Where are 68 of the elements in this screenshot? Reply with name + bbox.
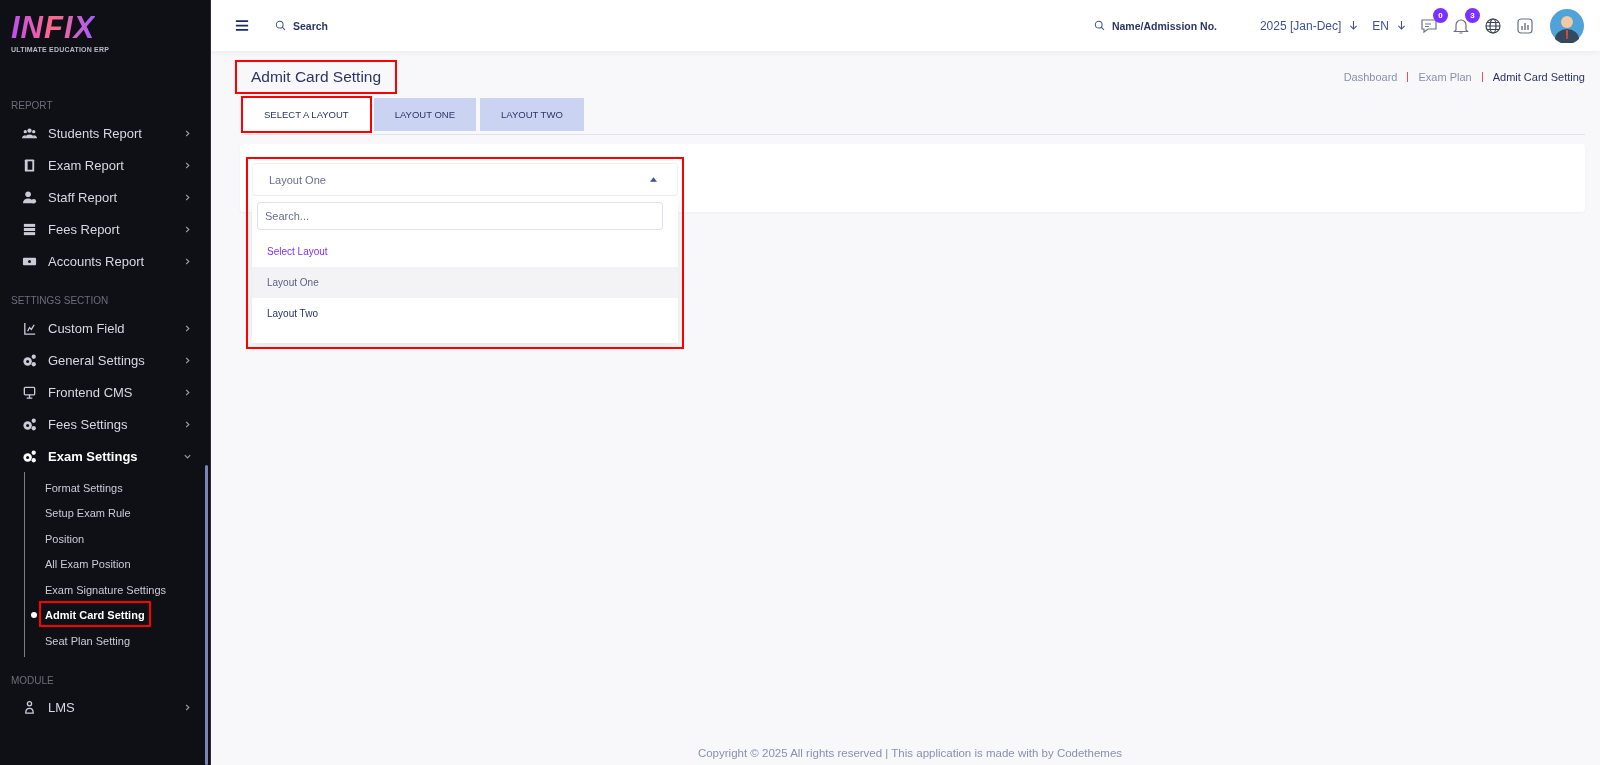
avatar-icon[interactable]: [1550, 8, 1584, 43]
submenu-item[interactable]: Admit Card Setting: [45, 609, 145, 622]
search-icon: [275, 20, 286, 31]
submenu-item[interactable]: Seat Plan Setting: [45, 634, 130, 647]
tab[interactable]: SELECT A LAYOUT: [243, 98, 370, 131]
section-heading: SETTINGS SECTION: [10, 294, 110, 308]
search-icon: [1093, 20, 1105, 31]
chevron-right-icon: [183, 160, 192, 170]
section-heading: MODULE: [10, 673, 55, 688]
chevron-right-icon: [183, 419, 192, 429]
language-selector[interactable]: EN: [1372, 18, 1389, 33]
chart-icon[interactable]: [1516, 16, 1534, 35]
sidebar-item[interactable]: LMS: [0, 691, 210, 724]
bell-icon[interactable]: [1452, 16, 1470, 35]
chevron-right-icon: [183, 323, 192, 333]
menu-icon[interactable]: [235, 19, 249, 32]
chevron-right-icon: [183, 224, 192, 234]
dropdown-option[interactable]: Layout One: [252, 267, 678, 298]
active-dot-icon: [31, 611, 37, 618]
sidebar-item[interactable]: Exam Settings: [0, 440, 210, 472]
scrollbar[interactable]: [205, 465, 208, 765]
submenu-item[interactable]: Format Settings: [45, 481, 123, 494]
gears-icon: [22, 416, 37, 432]
dropdown-option[interactable]: Select Layout: [252, 236, 678, 267]
globe-icon[interactable]: [1484, 16, 1502, 35]
dropdown-option[interactable]: Layout Two: [252, 298, 678, 329]
notification-count-badge: 3: [1465, 7, 1480, 23]
stack-icon: [22, 221, 37, 237]
chat-icon[interactable]: [1420, 16, 1438, 35]
sidebar-item[interactable]: General Settings: [0, 344, 210, 376]
chevron-right-icon: [183, 387, 192, 397]
sidebar-item[interactable]: Exam Report: [0, 149, 210, 181]
chevron-right-icon: [183, 192, 192, 202]
arrow-down-icon: [1349, 20, 1359, 31]
monitor-icon: [22, 384, 37, 400]
sidebar-item[interactable]: Students Report: [0, 117, 210, 149]
message-count-badge: 0: [1433, 7, 1448, 23]
page-title: Admit Card Setting: [251, 67, 382, 87]
dropdown-search-field[interactable]: Search...: [257, 202, 663, 230]
layout-select[interactable]: Layout One: [252, 163, 678, 196]
chevron-right-icon: [183, 128, 192, 138]
submenu-item[interactable]: Exam Signature Settings: [45, 583, 167, 596]
section-heading: REPORT: [10, 99, 54, 113]
footer-text: Copyright © 2025 All rights reserved | This application is made with by Codethemes: [696, 747, 1124, 761]
student-search-field[interactable]: Name/Admission No.: [1109, 18, 1232, 33]
chevron-right-icon: [183, 703, 192, 712]
sidebar-item[interactable]: Fees Report: [0, 213, 210, 245]
sidebar-item[interactable]: Frontend CMS: [0, 376, 210, 408]
gears-icon: [22, 352, 37, 368]
sidebar-item[interactable]: Staff Report: [0, 181, 210, 213]
submenu-item[interactable]: Position: [45, 532, 85, 545]
search-field[interactable]: Search: [291, 18, 355, 33]
chevron-right-icon: [183, 355, 192, 365]
sidebar-item[interactable]: Accounts Report: [0, 245, 210, 277]
sidebar-item[interactable]: Custom Field: [0, 312, 210, 344]
breadcrumb-link[interactable]: Admit Card Setting: [1492, 71, 1585, 83]
tab[interactable]: LAYOUT ONE: [373, 98, 476, 131]
chevron-right-icon: [183, 256, 192, 266]
sidebar-item[interactable]: Fees Settings: [0, 408, 210, 440]
caret-up-icon: [650, 177, 657, 182]
user-icon: [22, 189, 37, 205]
session-selector[interactable]: 2025 [Jan-Dec]: [1259, 18, 1342, 33]
gears-icon: [22, 448, 37, 464]
tab[interactable]: LAYOUT TWO: [480, 98, 584, 131]
arrow-down-icon: [1397, 20, 1406, 31]
book-icon: [22, 157, 37, 173]
submenu-item[interactable]: All Exam Position: [45, 558, 131, 571]
submenu-item[interactable]: Setup Exam Rule: [45, 507, 131, 520]
